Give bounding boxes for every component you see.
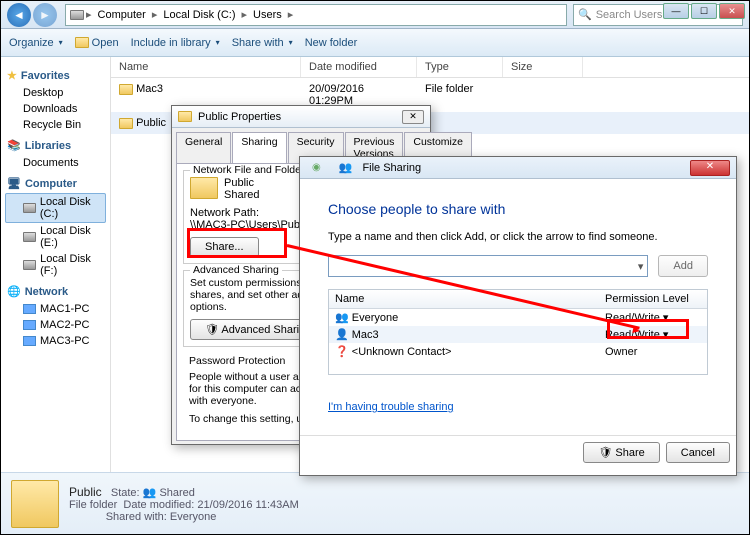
- folder-icon: [119, 118, 133, 129]
- tab-general[interactable]: General: [176, 132, 231, 163]
- dialog-heading: Choose people to share with: [328, 201, 708, 217]
- folder-icon: [190, 177, 218, 199]
- maximize-button[interactable]: ☐: [691, 3, 717, 19]
- dialog-titlebar[interactable]: Public Properties ✕: [172, 106, 430, 128]
- folder-icon: [178, 111, 192, 122]
- annotation-highlight: [187, 228, 287, 258]
- dialog-title: Public Properties: [198, 111, 281, 123]
- column-name[interactable]: Name: [329, 290, 599, 308]
- sidebar-item-recycle-bin[interactable]: Recycle Bin: [5, 117, 106, 133]
- column-permission[interactable]: Permission Level: [599, 290, 707, 308]
- open-button[interactable]: Open: [75, 37, 119, 49]
- favorites-header[interactable]: ★Favorites: [7, 69, 106, 82]
- navigation-sidebar: ★Favorites Desktop Downloads Recycle Bin…: [1, 57, 111, 472]
- folder-icon: [75, 37, 89, 48]
- breadcrumb[interactable]: ▸ Computer▸ Local Disk (C:)▸ Users▸: [65, 4, 567, 26]
- minimize-button[interactable]: —: [663, 3, 689, 19]
- include-library-menu[interactable]: Include in library: [131, 37, 220, 49]
- column-name[interactable]: Name: [111, 57, 301, 77]
- sidebar-item-downloads[interactable]: Downloads: [5, 101, 106, 117]
- shared-icon: 👥: [143, 487, 157, 499]
- libraries-header[interactable]: 📚 Libraries: [7, 139, 106, 152]
- pc-icon: [23, 320, 36, 330]
- computer-header[interactable]: 🖥 Computer: [7, 177, 106, 190]
- organize-menu[interactable]: Organize: [9, 37, 63, 49]
- add-button[interactable]: Add: [658, 255, 708, 277]
- share-with-menu[interactable]: Share with: [232, 37, 293, 49]
- folder-large-icon: [11, 480, 59, 528]
- sidebar-item-network-pc[interactable]: MAC2-PC: [5, 317, 106, 333]
- trouble-sharing-link[interactable]: I'm having trouble sharing: [328, 401, 454, 413]
- dialog-close-button[interactable]: ✕: [690, 160, 730, 176]
- dialog-close-button[interactable]: ✕: [402, 110, 424, 124]
- computer-icon: [70, 10, 84, 20]
- breadcrumb-item[interactable]: Computer: [94, 9, 150, 21]
- sidebar-item-network-pc[interactable]: MAC1-PC: [5, 301, 106, 317]
- cancel-button[interactable]: Cancel: [666, 442, 730, 463]
- details-pane: Public State: 👥 Shared File folder Date …: [1, 472, 749, 534]
- dialog-title: File Sharing: [362, 162, 421, 174]
- back-button[interactable]: ◄: [7, 3, 31, 27]
- pc-icon: [23, 304, 36, 314]
- sidebar-item-local-disk-c[interactable]: Local Disk (C:): [5, 193, 106, 223]
- forward-button[interactable]: ►: [33, 3, 57, 27]
- share-row[interactable]: ❓ <Unknown Contact> Owner: [329, 343, 707, 360]
- sidebar-item-documents[interactable]: Documents: [5, 155, 106, 171]
- details-name: Public: [69, 485, 102, 499]
- folder-icon: [119, 84, 133, 95]
- drive-icon: [23, 260, 36, 270]
- file-list-header[interactable]: Name Date modified Type Size: [111, 57, 749, 78]
- column-date[interactable]: Date modified: [301, 57, 417, 77]
- toolbar: Organize Open Include in library Share w…: [1, 29, 749, 57]
- dialog-titlebar[interactable]: ◉ 👥 File Sharing: [300, 157, 736, 179]
- tab-sharing[interactable]: Sharing: [232, 132, 286, 163]
- sidebar-item-local-disk-f[interactable]: Local Disk (F:): [5, 251, 106, 279]
- breadcrumb-item[interactable]: Users: [249, 9, 286, 21]
- pc-icon: [23, 336, 36, 346]
- share-button[interactable]: 🛡 Share: [583, 442, 659, 463]
- network-header[interactable]: 🌐 Network: [7, 285, 106, 298]
- sidebar-item-network-pc[interactable]: MAC3-PC: [5, 333, 106, 349]
- sidebar-item-local-disk-e[interactable]: Local Disk (E:): [5, 223, 106, 251]
- dialog-subtext: Type a name and then click Add, or click…: [328, 231, 708, 243]
- drive-icon: [23, 232, 36, 242]
- drive-icon: [23, 203, 36, 213]
- window-titlebar: ◄ ► ▸ Computer▸ Local Disk (C:)▸ Users▸ …: [1, 1, 749, 29]
- column-type[interactable]: Type: [417, 57, 503, 77]
- breadcrumb-item[interactable]: Local Disk (C:): [159, 9, 239, 21]
- close-button[interactable]: ✕: [719, 3, 745, 19]
- new-folder-button[interactable]: New folder: [305, 37, 358, 49]
- star-icon: ★: [7, 69, 17, 82]
- file-sharing-dialog: ◉ 👥 File Sharing ✕ Choose people to shar…: [299, 156, 737, 476]
- column-size[interactable]: Size: [503, 57, 583, 77]
- sidebar-item-desktop[interactable]: Desktop: [5, 85, 106, 101]
